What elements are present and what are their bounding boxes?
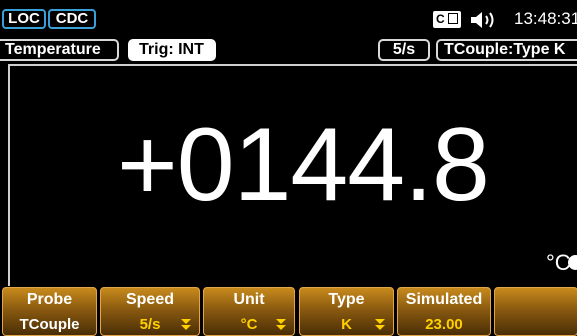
info-bar: Temperature Trig: INT 5/s TCouple:Type K — [0, 38, 577, 62]
rate-indicator: 5/s — [378, 39, 430, 61]
softkey-label: Unit — [233, 291, 265, 308]
softkey-value — [495, 314, 577, 335]
softkey-type[interactable]: Type K — [299, 287, 394, 336]
ce-mark-icon: C — [433, 11, 461, 28]
softkey-label: Probe — [26, 291, 73, 308]
function-indicator: Temperature — [0, 39, 119, 61]
softkey-label: Speed — [125, 291, 174, 308]
trigger-indicator: Trig: INT — [128, 39, 216, 61]
chevron-down-icon — [181, 319, 191, 330]
status-bar: LOC CDC C 13:48:31 — [0, 0, 577, 38]
softkey-unit[interactable]: Unit °C — [203, 287, 295, 336]
softkey-bar: Probe TCouple Speed 5/s Unit °C Type K S… — [0, 287, 577, 336]
softkey-probe[interactable]: Probe TCouple — [2, 287, 97, 336]
softkey-value: 23.00 — [425, 316, 463, 333]
speaker-icon — [471, 12, 494, 28]
measurement-reading: +0144.8 — [117, 107, 490, 223]
chevron-down-icon — [276, 319, 286, 330]
softkey-label: Simulated — [405, 291, 483, 308]
status-dot-icon — [568, 255, 577, 270]
softkey-empty[interactable] — [494, 287, 577, 336]
softkey-simulated[interactable]: Simulated 23.00 — [397, 287, 491, 336]
chevron-down-icon — [375, 319, 385, 330]
clock: 13:48:31 — [514, 9, 577, 28]
softkey-value: TCouple — [19, 316, 80, 333]
softkey-label: Type — [328, 291, 365, 308]
softkey-speed[interactable]: Speed 5/s — [100, 287, 200, 336]
cdc-indicator: CDC — [48, 9, 96, 29]
measurement-display: +0144.8 °C — [8, 64, 577, 286]
sensor-indicator: TCouple:Type K — [436, 39, 577, 61]
measurement-unit: °C — [546, 250, 571, 275]
loc-indicator: LOC — [2, 9, 46, 29]
